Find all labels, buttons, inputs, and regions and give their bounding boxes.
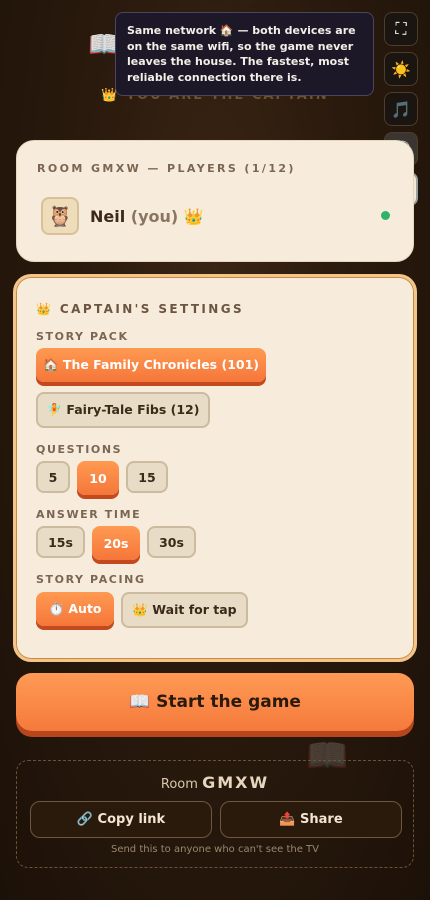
story-pack-family-chronicles[interactable]: 🏠 The Family Chronicles (101): [36, 348, 266, 382]
crown-icon: 👑: [183, 206, 204, 226]
questions-option-5[interactable]: 5: [36, 461, 70, 493]
share-panel: Room GMXW 🔗 Copy link 📤 Share Send this …: [16, 760, 414, 868]
room-code: GMXW: [202, 773, 270, 792]
share-hint: Send this to anyone who can't see the TV: [110, 844, 320, 855]
questions-label: QUESTIONS: [36, 443, 123, 456]
player-row: 🦉 Neil (you) 👑: [41, 197, 204, 235]
captain-settings-card: 👑 CAPTAIN'S SETTINGS STORY PACK 🏠 The Fa…: [13, 274, 417, 662]
players-card: ROOM GMXW — PLAYERS (1/12) 🦉 Neil (you) …: [16, 140, 414, 262]
players-title: ROOM GMXW — PLAYERS (1/12): [37, 162, 296, 175]
story-pacing-label: STORY PACING: [36, 573, 146, 586]
fullscreen-button[interactable]: ⛶: [384, 12, 418, 46]
room-prefix: Room: [160, 777, 198, 792]
online-status-dot: [381, 211, 390, 220]
player-name-line: Neil (you) 👑: [90, 207, 204, 226]
fullscreen-icon: ⛶: [395, 19, 407, 38]
story-pack-label: STORY PACK: [36, 330, 129, 343]
answer-time-30s[interactable]: 30s: [147, 526, 196, 558]
owl-avatar-icon: 🦉: [41, 197, 79, 235]
pacing-auto-button[interactable]: ⏱️ Auto: [36, 592, 114, 626]
questions-option-10[interactable]: 10: [77, 461, 119, 495]
network-tooltip: Same network 🏠 — both devices are on the…: [115, 12, 374, 96]
brightness-button[interactable]: ☀️: [384, 52, 418, 86]
questions-option-15[interactable]: 15: [126, 461, 168, 493]
copy-link-button[interactable]: 🔗 Copy link: [30, 801, 212, 838]
music-icon: 🎵: [391, 99, 411, 119]
music-button[interactable]: 🎵: [384, 92, 418, 126]
answer-time-15s[interactable]: 15s: [36, 526, 85, 558]
settings-title: 👑 CAPTAIN'S SETTINGS: [36, 302, 245, 316]
player-name: Neil: [90, 206, 126, 226]
room-line: Room GMXW: [17, 773, 413, 792]
background-star-icon: ★: [240, 0, 260, 11]
story-pack-fairy-tale-fibs[interactable]: 🧚 Fairy-Tale Fibs (12): [36, 392, 210, 428]
brightness-icon: ☀️: [391, 59, 411, 79]
share-button[interactable]: 📤 Share: [220, 801, 402, 838]
start-game-button[interactable]: 📖 Start the game: [16, 673, 414, 731]
answer-time-label: ANSWER TIME: [36, 508, 142, 521]
pacing-wait-for-tap-button[interactable]: 👑 Wait for tap: [121, 592, 248, 628]
answer-time-20s[interactable]: 20s: [92, 526, 140, 560]
player-you-tag: (you): [130, 206, 179, 226]
